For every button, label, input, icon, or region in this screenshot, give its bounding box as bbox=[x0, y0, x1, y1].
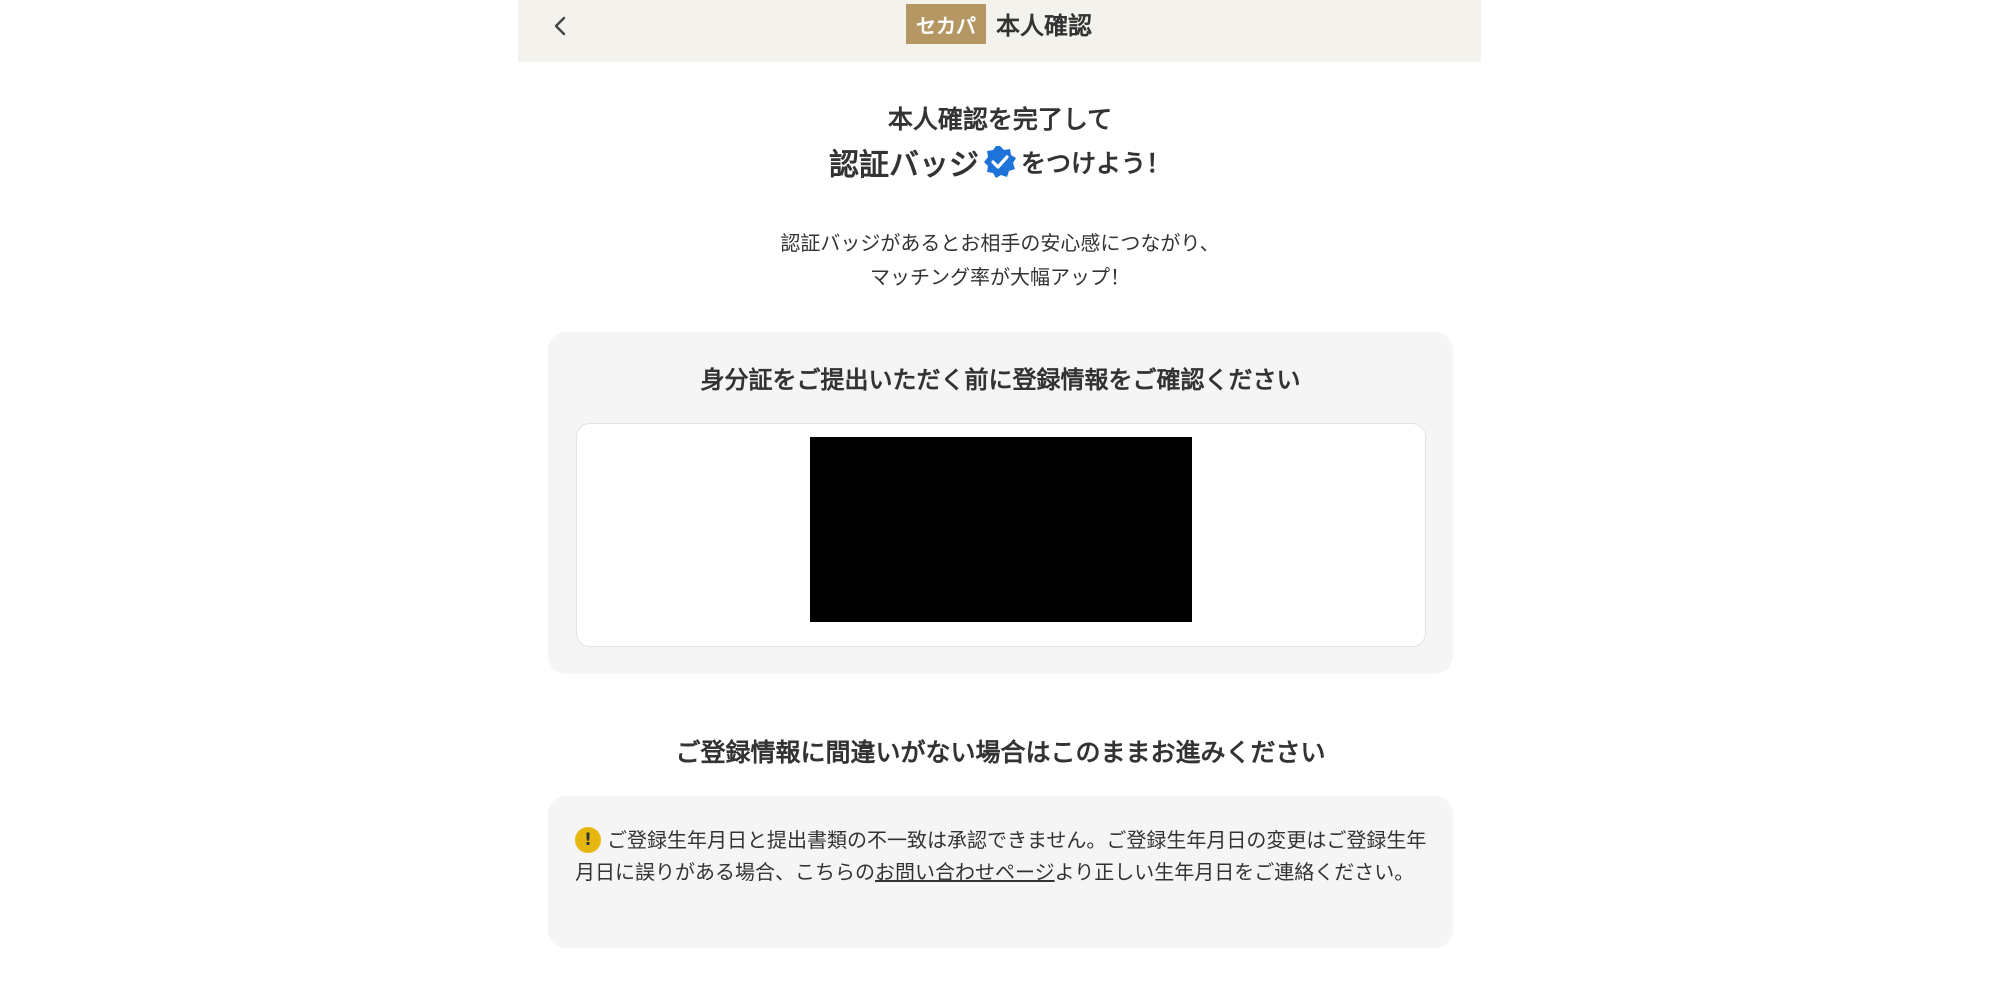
exclamation-icon: ! bbox=[575, 826, 601, 853]
description-line: マッチング率が大幅アップ！ bbox=[870, 265, 1130, 289]
badge-suffix: をつけよう！ bbox=[1020, 149, 1171, 178]
page: セカパ 本人確認 本人確認を完了して 認証バッジ をつけよう！ 認証バッジがある… bbox=[0, 0, 2000, 1001]
back-button[interactable] bbox=[541, 6, 581, 46]
hero-description: 認証バッジがあるとお相手の安心感につながり、 マッチング率が大幅アップ！ bbox=[700, 226, 1300, 294]
hero-headline: 本人確認を完了して bbox=[887, 105, 1113, 134]
redacted-registration-info bbox=[810, 437, 1192, 622]
brand-logo: セカパ bbox=[906, 4, 986, 44]
badge-text: 認証バッジ bbox=[828, 148, 979, 183]
description-line: 認証バッジがあるとお相手の安心感につながり、 bbox=[780, 231, 1220, 255]
contact-page-link[interactable]: お問い合わせページ bbox=[875, 860, 1055, 884]
page-title: 本人確認 bbox=[996, 12, 1092, 40]
confirm-card-title: 身分証をご提出いただく前に登録情報をご確認ください bbox=[700, 366, 1301, 394]
proceed-instruction: ご登録情報に間違いがない場合はこのままお進みください bbox=[675, 738, 1326, 767]
birthdate-notice: ! ご登録生年月日と提出書類の不一致は承認できません。ご登録生年月日の変更はご登録… bbox=[575, 824, 1431, 888]
verified-badge-icon bbox=[983, 146, 1016, 178]
notice-text-end: より正しい生年月日をご連絡ください。 bbox=[1054, 860, 1415, 884]
chevron-left-icon bbox=[554, 16, 566, 36]
hero-subheadline: 認証バッジ をつけよう！ bbox=[700, 140, 1300, 184]
